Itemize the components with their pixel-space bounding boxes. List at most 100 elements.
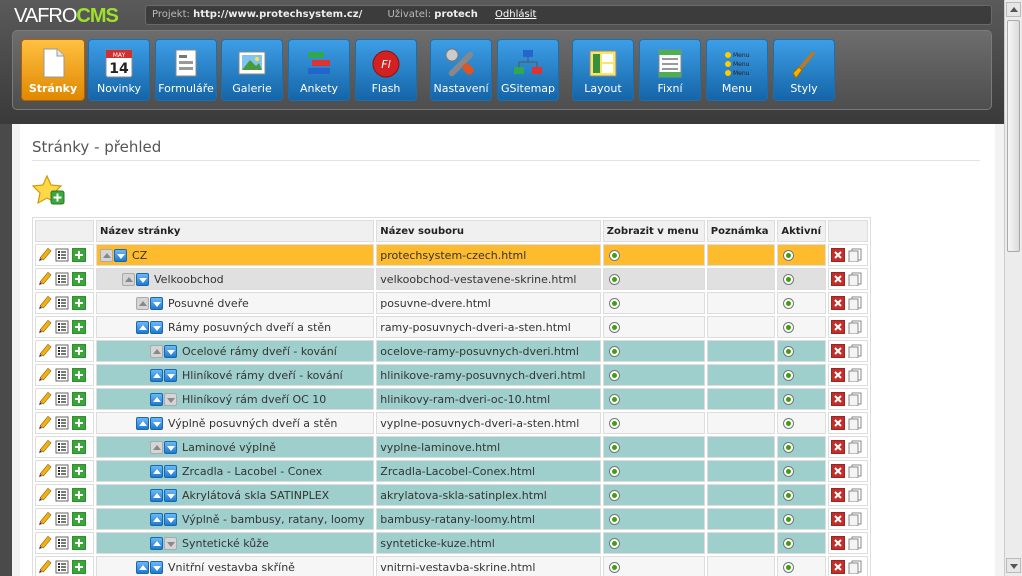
properties-list-icon[interactable] [55,272,69,286]
page-name[interactable]: CZ [132,249,147,262]
table-row[interactable]: Výplně - bambusy, ratany, loomy bambusy-r… [35,508,868,530]
copy-page-icon[interactable] [848,320,862,334]
move-down-arrow-icon[interactable] [136,272,150,286]
add-subpage-icon[interactable] [72,344,86,358]
show-in-menu-radio[interactable] [608,466,620,477]
show-in-menu-radio[interactable] [608,514,620,525]
copy-page-icon[interactable] [848,560,862,574]
move-down-arrow-icon[interactable] [150,320,164,334]
add-subpage-icon[interactable] [72,320,86,334]
page-name[interactable]: Velkoobchod [154,273,224,286]
page-name[interactable]: Zrcadla - Lacobel - Conex [182,465,322,478]
active-radio[interactable] [783,370,795,381]
active-radio[interactable] [783,298,795,309]
scroll-up-button[interactable] [1006,2,1021,17]
move-down-arrow-icon[interactable] [164,440,178,454]
properties-list-icon[interactable] [55,344,69,358]
copy-page-icon[interactable] [848,536,862,550]
move-down-arrow-icon[interactable] [150,416,164,430]
add-subpage-icon[interactable] [72,560,86,574]
copy-page-icon[interactable] [848,368,862,382]
edit-pencil-icon[interactable] [38,248,52,262]
add-subpage-icon[interactable] [72,464,86,478]
page-name[interactable]: Rámy posuvných dveří a stěn [168,321,331,334]
delete-icon[interactable] [830,320,845,334]
edit-pencil-icon[interactable] [38,272,52,286]
toolbar-button-page[interactable]: Stránky [21,39,85,101]
add-subpage-icon[interactable] [72,536,86,550]
toolbar-button-sitemap[interactable]: GSitemap [497,39,559,101]
table-row[interactable]: Výplně posuvných dveří a stěn vyplne-posu… [35,412,868,434]
move-up-arrow-icon[interactable] [150,536,164,550]
properties-list-icon[interactable] [55,488,69,502]
edit-pencil-icon[interactable] [38,536,52,550]
logout-link[interactable]: Odhlásit [495,9,536,20]
copy-page-icon[interactable] [848,392,862,406]
header-page-name[interactable]: Název stránky [96,220,375,242]
table-row[interactable]: Akrylátová skla SATINPLEX akrylatova-skla… [35,484,868,506]
properties-list-icon[interactable] [55,440,69,454]
toolbar-button-gallery[interactable]: Galerie [221,39,283,101]
active-radio[interactable] [783,250,795,261]
table-row[interactable]: Hliníkový rám dveří OC 10 hlinikovy-ram-d… [35,388,868,410]
delete-icon[interactable] [830,392,845,406]
move-down-arrow-icon[interactable] [164,464,178,478]
toolbar-button-form[interactable]: Formuláře [155,39,217,101]
properties-list-icon[interactable] [55,392,69,406]
copy-page-icon[interactable] [848,464,862,478]
page-name[interactable]: Hliníkové rámy dveří - kování [182,369,343,382]
edit-pencil-icon[interactable] [38,488,52,502]
toolbar-button-brush[interactable]: Styly [773,39,835,101]
table-row[interactable]: Vnitřní vestavba skříně vnitrni-vestavba-… [35,556,868,576]
properties-list-icon[interactable] [55,464,69,478]
delete-icon[interactable] [830,296,845,310]
move-up-arrow-icon[interactable] [136,416,150,430]
delete-icon[interactable] [830,536,845,550]
copy-page-icon[interactable] [848,488,862,502]
move-up-arrow-icon[interactable] [136,560,150,574]
edit-pencil-icon[interactable] [38,320,52,334]
edit-pencil-icon[interactable] [38,392,52,406]
show-in-menu-radio[interactable] [608,490,620,501]
move-up-arrow-icon[interactable] [150,368,164,382]
show-in-menu-radio[interactable] [608,370,620,381]
show-in-menu-radio[interactable] [608,418,620,429]
table-row[interactable]: Posuvné dveře posuvne-dvere.html [35,292,868,314]
delete-icon[interactable] [830,512,845,526]
page-name[interactable]: Akrylátová skla SATINPLEX [182,489,329,502]
delete-icon[interactable] [830,464,845,478]
move-up-arrow-icon[interactable] [150,392,164,406]
add-subpage-icon[interactable] [72,488,86,502]
add-subpage-icon[interactable] [72,392,86,406]
delete-icon[interactable] [830,416,845,430]
properties-list-icon[interactable] [55,248,69,262]
edit-pencil-icon[interactable] [38,296,52,310]
delete-icon[interactable] [830,368,845,382]
move-down-arrow-icon[interactable] [164,488,178,502]
properties-list-icon[interactable] [55,560,69,574]
copy-page-icon[interactable] [848,248,862,262]
active-radio[interactable] [783,562,795,573]
move-up-arrow-icon[interactable] [150,512,164,526]
table-row[interactable]: Laminové výplně vyplne-laminove.html [35,436,868,458]
delete-icon[interactable] [830,560,845,574]
move-down-arrow-icon[interactable] [164,512,178,526]
edit-pencil-icon[interactable] [38,512,52,526]
table-row[interactable]: CZ protechsystem-czech.html [35,244,868,266]
page-name[interactable]: Syntetické kůže [182,537,269,550]
show-in-menu-radio[interactable] [608,538,620,549]
show-in-menu-radio[interactable] [608,562,620,573]
properties-list-icon[interactable] [55,320,69,334]
table-row[interactable]: Velkoobchod velkoobchod-vestavene-skrine.… [35,268,868,290]
active-radio[interactable] [783,346,795,357]
header-note[interactable]: Poznámka [706,220,776,242]
add-subpage-icon[interactable] [72,296,86,310]
page-name[interactable]: Posuvné dveře [168,297,249,310]
show-in-menu-radio[interactable] [608,250,620,261]
page-name[interactable]: Výplně posuvných dveří a stěn [168,417,337,430]
toolbar-button-wrench[interactable]: Nastavení [430,39,492,101]
delete-icon[interactable] [830,488,845,502]
show-in-menu-radio[interactable] [608,322,620,333]
edit-pencil-icon[interactable] [38,416,52,430]
copy-page-icon[interactable] [848,416,862,430]
